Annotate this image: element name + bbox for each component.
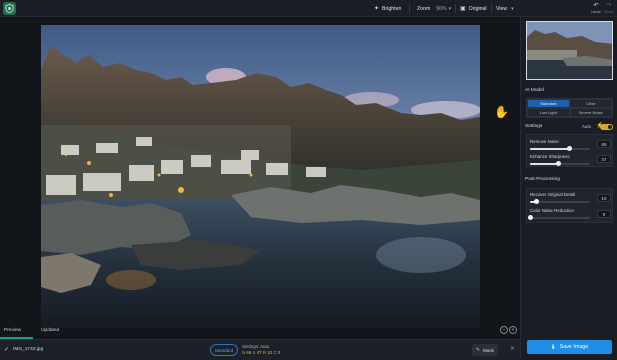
slider-knob[interactable]	[555, 161, 561, 166]
redo-label: Redo	[604, 9, 614, 14]
preview-tabs: Preview Updated	[0, 325, 65, 339]
settings-key: N	[242, 350, 246, 355]
settings-mode: Auto	[260, 344, 270, 349]
ai-model-selector: Standard Clear Low Light Severe Noise	[526, 98, 613, 118]
mask-label: Mask	[482, 347, 494, 353]
navigator-thumbnail[interactable]	[526, 21, 613, 80]
model-option-clear[interactable]: Clear	[569, 99, 612, 108]
slider-fill	[530, 148, 569, 150]
model-pill[interactable]: Standard	[210, 344, 238, 356]
settings-card: Remove Noise 65 Enhance Sharpness 47	[526, 134, 613, 167]
model-option-low-light[interactable]: Low Light	[527, 108, 570, 117]
sun-icon: ✦	[374, 6, 380, 12]
chevron-down-icon: ▾	[448, 5, 452, 12]
toolbar-divider	[455, 4, 456, 13]
toolbar-divider	[491, 4, 492, 13]
enhance-sharpness-value[interactable]: 47	[597, 155, 611, 163]
slider-knob[interactable]	[527, 215, 533, 220]
settings-key: C	[273, 350, 277, 355]
settings-prefix: Settings:	[242, 344, 260, 349]
original-button[interactable]: ▣ Original	[460, 0, 487, 17]
enhance-sharpness-slider[interactable]	[530, 161, 590, 166]
post-processing-title: Post-Processing	[525, 177, 560, 182]
auto-label: Auto	[582, 124, 592, 129]
settings-values: N 65 S 47 R 10 C 0	[242, 350, 280, 355]
settings-key: S	[252, 350, 256, 355]
model-option-standard[interactable]: Standard	[527, 99, 570, 108]
settings-value: 0	[277, 350, 281, 355]
slider-knob[interactable]	[566, 146, 572, 151]
remove-noise-label: Remove Noise	[530, 139, 559, 144]
hand-pan-icon: ✋	[494, 105, 509, 119]
save-icon: ⬇	[550, 344, 556, 351]
settings-key: R	[262, 350, 266, 355]
close-icon[interactable]: ✕	[510, 345, 515, 352]
view-label: View	[496, 5, 508, 12]
app-logo-icon	[3, 2, 16, 15]
checkmark-icon[interactable]: ✓	[4, 346, 9, 353]
chevron-down-icon: ▾	[511, 5, 514, 12]
settings-value: 65	[246, 350, 252, 355]
ai-model-title: AI Model	[525, 88, 544, 93]
zoom-value: 96%	[436, 5, 447, 12]
enhance-sharpness-label: Enhance Sharpness	[530, 154, 570, 159]
color-noise-slider[interactable]	[527, 215, 590, 220]
mask-button[interactable]: ✎ Mask	[472, 344, 498, 356]
top-toolbar: ✦ Brighten Zoom 96% ▾ ▣ Original View ▾ …	[0, 0, 617, 17]
tab-preview[interactable]: Preview	[0, 325, 34, 339]
remove-noise-value[interactable]: 65	[597, 140, 611, 148]
auto-toggle[interactable]	[600, 124, 613, 130]
zoom-label: Zoom	[417, 5, 431, 12]
settings-title: Settings	[525, 124, 543, 129]
recover-detail-value[interactable]: 10	[597, 194, 611, 202]
compare-icon: ▣	[460, 6, 466, 12]
image-canvas[interactable]: ✋ − + Preview Updated	[0, 17, 520, 339]
settings-value: 10	[267, 350, 273, 355]
settings-summary: Settings: Auto	[242, 344, 269, 349]
save-label: Save Image	[559, 344, 589, 350]
zoom-control[interactable]: Zoom 96% ▾	[417, 0, 451, 17]
brush-icon: ✎	[476, 347, 480, 352]
right-panel: AI Model Standard Clear Low Light Severe…	[520, 17, 617, 360]
view-menu-button[interactable]: View ▾	[496, 0, 514, 17]
recover-detail-label: Recover Original Detail	[530, 192, 576, 197]
color-noise-value[interactable]: 0	[597, 210, 611, 218]
undo-label: Undo	[591, 9, 601, 14]
brighten-label: Brighten	[382, 5, 402, 12]
brighten-button[interactable]: ✦ Brighten	[374, 0, 401, 17]
slider-fill	[530, 163, 559, 165]
slider-knob[interactable]	[533, 199, 539, 204]
tab-updated[interactable]: Updated	[27, 325, 65, 339]
model-option-severe-noise[interactable]: Severe Noise	[569, 108, 612, 117]
save-image-button[interactable]: ⬇ Save Image	[527, 340, 612, 354]
remove-noise-slider[interactable]	[530, 146, 590, 151]
settings-value: 47	[256, 350, 262, 355]
original-label: Original	[468, 5, 487, 12]
toolbar-divider	[409, 4, 410, 13]
bottom-bar: ✓ IMG_1743.jpg Standard Settings: Auto N…	[0, 339, 520, 360]
preview-photo	[41, 25, 480, 328]
redo-button[interactable]: ↷ Redo	[602, 1, 616, 16]
zoom-out-icon[interactable]: −	[500, 326, 508, 334]
post-processing-card: Recover Original Detail 10 Color Noise R…	[526, 188, 613, 223]
file-name: IMG_1743.jpg	[13, 347, 44, 352]
color-noise-label: Color Noise Reduction	[530, 208, 574, 213]
recover-detail-slider[interactable]	[530, 199, 590, 204]
undo-button[interactable]: ↶ Undo	[589, 1, 603, 16]
zoom-in-icon[interactable]: +	[509, 326, 517, 334]
